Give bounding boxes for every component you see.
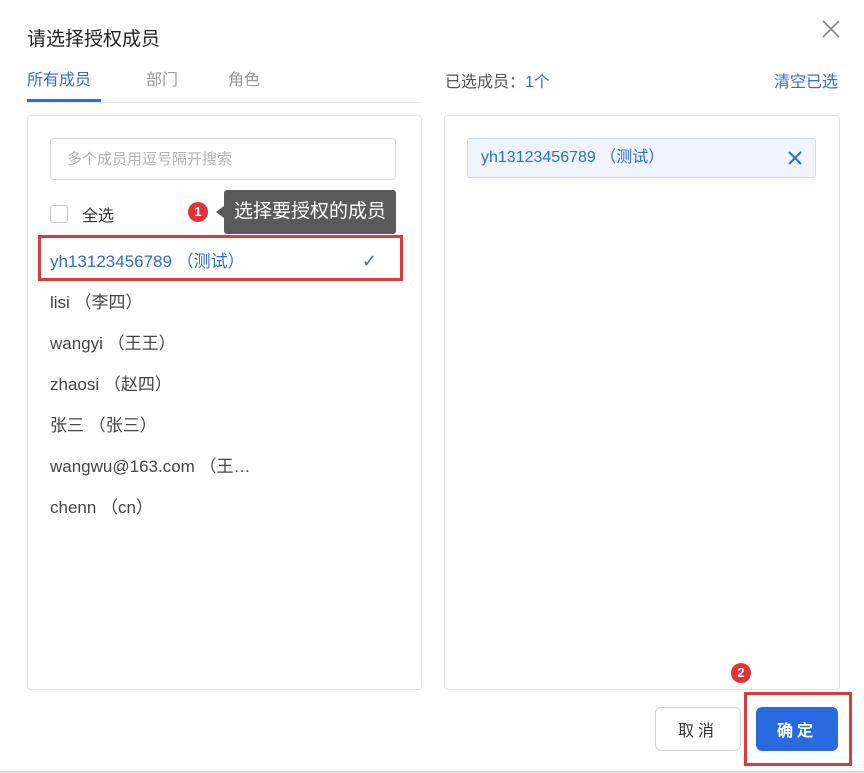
- active-tab-indicator: [27, 99, 101, 102]
- list-item[interactable]: zhaosi （赵四）: [28, 364, 421, 405]
- list-item[interactable]: wangwu@163.com （王…: [28, 446, 421, 487]
- tab-roles[interactable]: 角色: [228, 66, 260, 90]
- close-icon[interactable]: [820, 18, 842, 40]
- step1-highlight-box: [38, 235, 403, 281]
- select-all-checkbox[interactable]: 全选: [50, 202, 114, 226]
- member-name: chenn （cn）: [50, 498, 153, 517]
- selected-count: 已选成员：1个: [445, 68, 550, 92]
- select-all-label: 全选: [82, 208, 115, 225]
- selected-count-label: 已选成员：: [445, 74, 526, 91]
- step1-badge: 1: [188, 202, 208, 222]
- list-item[interactable]: chenn （cn）: [28, 487, 421, 528]
- selected-count-value: 1个: [525, 74, 550, 91]
- member-list: yh13123456789 （测试） ✓ lisi （李四） wangyi （王…: [28, 241, 421, 528]
- tab-all-members[interactable]: 所有成员: [27, 66, 91, 90]
- dialog-title: 请选择授权成员: [27, 29, 161, 50]
- list-item[interactable]: wangyi （王王）: [28, 323, 421, 364]
- member-name: zhaosi （赵四）: [50, 375, 172, 394]
- member-name: wangwu@163.com （王…: [50, 457, 251, 476]
- member-name: 张三 （张三）: [50, 416, 157, 435]
- cancel-button[interactable]: 取消: [655, 707, 741, 751]
- member-source-tabs: 所有成员 部门 角色: [27, 66, 420, 103]
- member-name: wangyi （王王）: [50, 334, 176, 353]
- selected-member-name: yh13123456789 （测试）: [481, 149, 665, 166]
- list-item[interactable]: 张三 （张三）: [28, 405, 421, 446]
- checkbox-box[interactable]: [50, 205, 68, 223]
- authorize-members-dialog: 请选择授权成员 所有成员 部门 角色 已选成员：1个 清空已选 全选 yh131…: [0, 0, 864, 773]
- selected-members-panel: yh13123456789 （测试）: [444, 115, 840, 690]
- member-search-input[interactable]: [50, 138, 396, 180]
- tab-departments[interactable]: 部门: [146, 66, 178, 90]
- step2-highlight-box: [744, 692, 852, 766]
- clear-selected-link[interactable]: 清空已选: [774, 68, 838, 92]
- member-name: lisi （李四）: [50, 293, 143, 312]
- step1-tooltip: 选择要授权的成员: [215, 190, 397, 234]
- remove-icon[interactable]: [785, 148, 805, 168]
- list-item[interactable]: lisi （李四）: [28, 282, 421, 323]
- step2-badge: 2: [731, 663, 751, 683]
- selected-member-tag: yh13123456789 （测试）: [467, 138, 816, 178]
